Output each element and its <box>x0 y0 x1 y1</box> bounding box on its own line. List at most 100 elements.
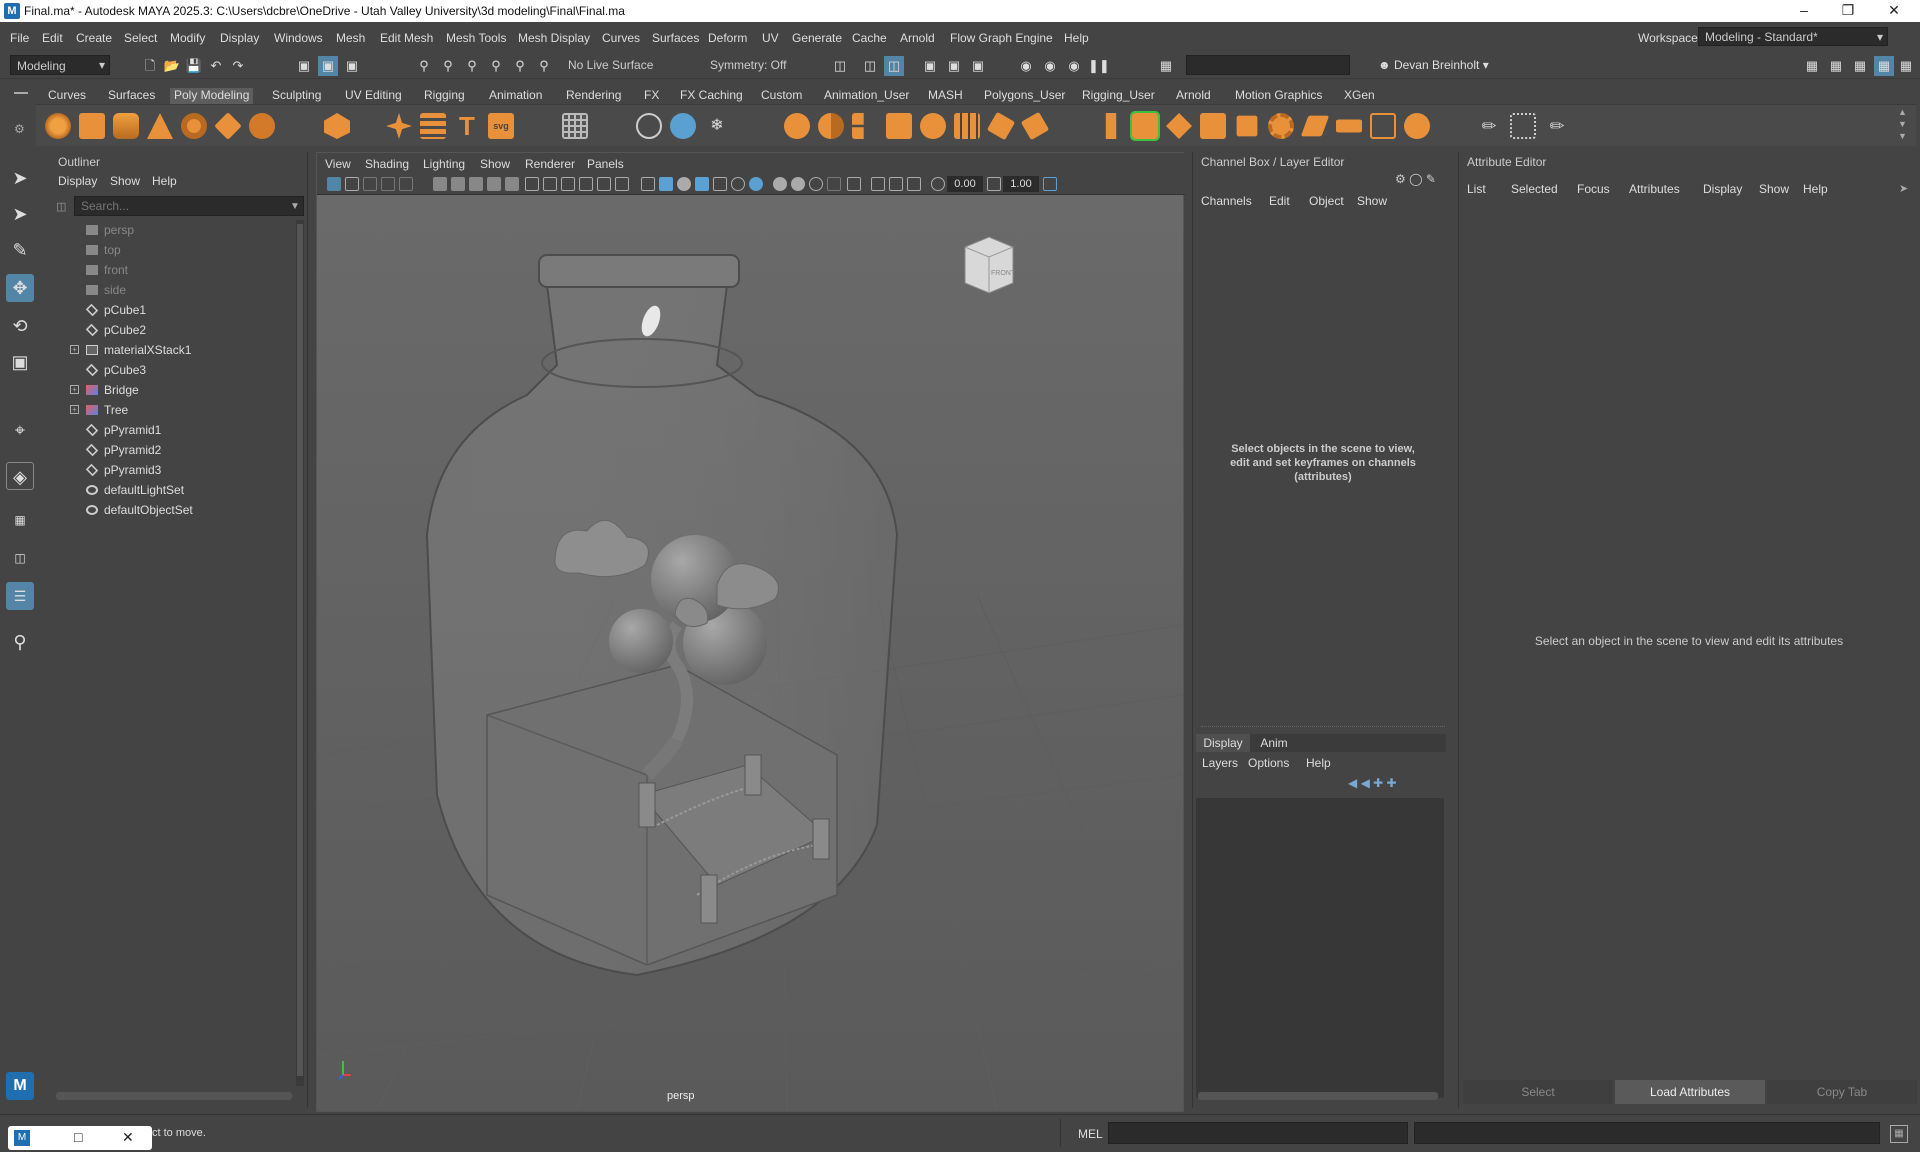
super-shape-icon[interactable] <box>386 113 412 139</box>
view-transform-icon[interactable] <box>907 177 921 191</box>
poly-plane-icon[interactable] <box>214 112 242 140</box>
viewport-menu-show[interactable]: Show <box>480 157 510 171</box>
layer-menu-options[interactable]: Options <box>1248 756 1289 770</box>
menu-surfaces[interactable]: Surfaces <box>652 31 699 45</box>
mel-label[interactable]: MEL <box>1078 1127 1103 1141</box>
rotate-tool-icon[interactable]: ⟲ <box>6 312 34 340</box>
safe-action-icon[interactable] <box>505 177 519 191</box>
ae-menu-attributes[interactable]: Attributes <box>1629 182 1680 196</box>
color-managed-icon[interactable] <box>1043 177 1057 191</box>
isolate-select-icon[interactable] <box>809 177 823 191</box>
render-view-icon[interactable]: ▣ <box>968 56 988 76</box>
mel-command-input[interactable] <box>1108 1122 1408 1144</box>
snap-curve-icon[interactable]: ⚲ <box>438 56 458 76</box>
shelf-tab-rigging[interactable]: Rigging <box>424 88 465 102</box>
outliner-layout-icon[interactable]: ☰ <box>6 582 34 610</box>
shelf-scroll-up-icon[interactable]: ▲ <box>1898 107 1907 117</box>
ae-menu-display[interactable]: Display <box>1703 182 1742 196</box>
outliner-vertical-scrollbar[interactable] <box>296 220 304 1086</box>
outliner-menu-display[interactable]: Display <box>58 174 97 188</box>
multi-cut-icon[interactable] <box>1268 113 1294 139</box>
expand-icon[interactable]: + <box>70 345 79 354</box>
smooth-mesh-icon[interactable] <box>670 113 696 139</box>
toggle-outliner-icon[interactable]: ▦ <box>1896 56 1916 76</box>
list-item[interactable]: front <box>50 260 296 280</box>
outliner-horizontal-scrollbar[interactable] <box>56 1092 292 1100</box>
viewport-menu-lighting[interactable]: Lighting <box>423 157 465 171</box>
save-scene-icon[interactable]: 💾 <box>184 56 204 76</box>
poly-sphere-icon[interactable] <box>45 113 71 139</box>
select-hierarchy-icon[interactable]: ▣ <box>294 56 314 76</box>
bridge-icon[interactable] <box>1166 113 1192 139</box>
ae-menu-focus[interactable]: Focus <box>1577 182 1610 196</box>
snap-point-icon[interactable]: ⚲ <box>462 56 482 76</box>
shadows-icon[interactable] <box>641 177 655 191</box>
bookmarks-icon[interactable] <box>363 177 377 191</box>
ae-menu-selected[interactable]: Selected <box>1511 182 1558 196</box>
combine-icon[interactable] <box>784 113 810 139</box>
workspace-dropdown[interactable]: Modeling - Standard* ▾ <box>1698 27 1888 46</box>
film-gate-icon[interactable] <box>433 177 447 191</box>
shelf-scroll-down-icon[interactable]: ▼ <box>1898 119 1907 129</box>
menu-arnold[interactable]: Arnold <box>900 31 935 45</box>
menu-edit[interactable]: Edit <box>42 31 63 45</box>
shelf-tab-fx[interactable]: FX <box>644 88 659 102</box>
select-tool-icon[interactable]: ➤ <box>6 164 34 192</box>
copy-tab-button[interactable]: Copy Tab <box>1767 1080 1917 1104</box>
extract-icon[interactable] <box>852 113 864 139</box>
user-account[interactable]: ☻ Devan Breinholt ▾ <box>1378 58 1489 72</box>
ambient-occlusion-icon[interactable] <box>731 177 745 191</box>
3d-viewport[interactable]: FRONT persp <box>317 195 1183 1111</box>
uv-cut-icon[interactable]: ✏ <box>1476 113 1502 139</box>
gamma-dial-icon[interactable] <box>987 177 1001 191</box>
viewport-menu-panels[interactable]: Panels <box>587 157 624 171</box>
viewport-menu-shading[interactable]: Shading <box>365 157 409 171</box>
mirror-icon[interactable] <box>986 111 1016 141</box>
live-surface-label[interactable]: No Live Surface <box>568 58 653 72</box>
expand-icon[interactable]: + <box>70 405 79 414</box>
hud-icon[interactable] <box>827 177 841 191</box>
list-item[interactable]: pPyramid2 <box>50 440 296 460</box>
shelf-tab-rigging-user[interactable]: Rigging_User <box>1082 88 1155 102</box>
combine-grid-icon[interactable] <box>562 113 588 139</box>
target-weld-icon[interactable] <box>1300 115 1330 137</box>
gate-mask-icon[interactable] <box>469 177 483 191</box>
channel-box-menu-object[interactable]: Object <box>1309 194 1344 208</box>
shelf-menu-icon[interactable] <box>14 92 28 94</box>
motion-blur-icon[interactable] <box>749 177 763 191</box>
list-item[interactable]: + Bridge <box>50 380 296 400</box>
menu-mesh-tools[interactable]: Mesh Tools <box>446 31 506 45</box>
channel-box-menu-show[interactable]: Show <box>1357 194 1387 208</box>
four-view-layout-icon[interactable]: ▦ <box>6 506 34 534</box>
resolution-gate-icon[interactable] <box>451 177 465 191</box>
color-management-icon[interactable] <box>871 177 885 191</box>
viewport-menu-renderer[interactable]: Renderer <box>525 157 575 171</box>
channel-box-menu-channels[interactable]: Channels <box>1201 194 1252 208</box>
poly-type-icon[interactable]: T <box>454 113 480 139</box>
list-item[interactable]: pCube2 <box>50 320 296 340</box>
wireframe-on-shaded-icon[interactable] <box>579 177 593 191</box>
list-item[interactable]: pCube1 <box>50 300 296 320</box>
list-item[interactable]: defaultLightSet <box>50 480 296 500</box>
default-material-icon[interactable] <box>659 177 673 191</box>
poly-disc-icon[interactable] <box>249 113 275 139</box>
search-icon[interactable]: ⚲ <box>6 628 34 656</box>
extrude-icon[interactable] <box>1105 113 1117 139</box>
redo-icon[interactable]: ↷ <box>228 56 248 76</box>
booleans-icon[interactable] <box>886 113 912 139</box>
menu-mesh[interactable]: Mesh <box>336 31 365 45</box>
shelf-menu-down-icon[interactable]: ▼ <box>1898 131 1907 141</box>
ae-menu-show[interactable]: Show <box>1759 182 1789 196</box>
field-chart-icon[interactable] <box>487 177 501 191</box>
menu-file[interactable]: File <box>10 31 29 45</box>
textured-icon[interactable] <box>597 177 611 191</box>
construction-history-icon[interactable]: ◫ <box>830 56 850 76</box>
menu-flow-graph-engine[interactable]: Flow Graph Engine <box>950 31 1053 45</box>
viewport-menu-view[interactable]: View <box>325 157 351 171</box>
menu-uv[interactable]: UV <box>762 31 779 45</box>
shelf-tab-polygons-user[interactable]: Polygons_User <box>984 88 1065 102</box>
menu-mesh-display[interactable]: Mesh Display <box>518 31 590 45</box>
scrollbar-thumb[interactable] <box>297 224 303 1076</box>
toggle-channel-box-icon[interactable]: ▦ <box>1874 56 1894 76</box>
menu-generate[interactable]: Generate <box>792 31 842 45</box>
